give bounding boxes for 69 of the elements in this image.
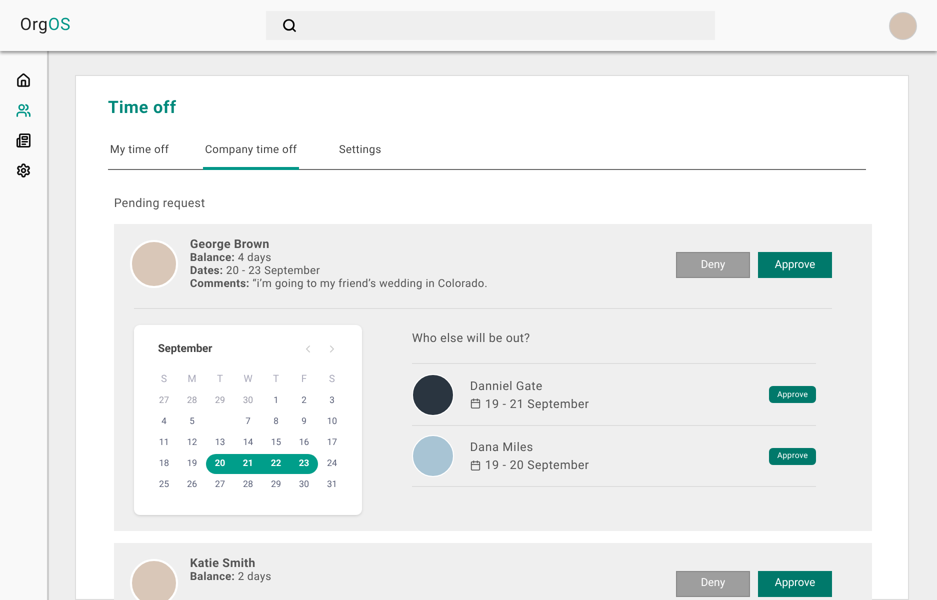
tab[interactable]: Settings — [337, 138, 384, 169]
weekday-label: W — [242, 372, 254, 386]
calendar-day[interactable]: 17 — [318, 432, 346, 452]
page-title: Time off — [108, 97, 178, 120]
people-icon[interactable] — [16, 103, 31, 118]
calendar-day[interactable]: 31 — [318, 474, 346, 494]
date-range: 19 - 20 September — [485, 457, 590, 474]
weekday-label: F — [300, 372, 308, 386]
calendar-day[interactable]: 27 — [206, 474, 234, 494]
app-logo[interactable]: OrgOS — [20, 12, 266, 38]
calendar-day[interactable]: 24 — [318, 454, 346, 474]
calendar-day[interactable]: 18 — [150, 454, 178, 474]
weekday-label: S — [328, 372, 336, 386]
request-detail: Comments: “i’m going to my friend’s wedding in Colorado. — [190, 277, 488, 290]
calendar-day[interactable]: 13 — [206, 432, 234, 452]
weekday-label: T — [216, 372, 224, 386]
others-title: Who else will be out? — [412, 330, 532, 347]
approve-button[interactable]: Approve — [758, 252, 832, 278]
search-field[interactable] — [266, 11, 715, 40]
calendar-day[interactable]: 11 — [150, 432, 178, 452]
weekday-label: T — [272, 372, 280, 386]
calendar-day[interactable]: 21 — [234, 454, 262, 474]
document-icon[interactable] — [16, 133, 31, 148]
calendar-day[interactable]: 1 — [262, 390, 290, 410]
calendar-day[interactable]: 30 — [290, 474, 318, 494]
calendar-day[interactable]: 3 — [318, 390, 346, 410]
calendar-day[interactable]: 25 — [150, 474, 178, 494]
tab[interactable]: Company time off — [202, 138, 300, 170]
avatar — [130, 558, 178, 600]
calendar-day[interactable]: 8 — [262, 412, 290, 432]
approve-button[interactable]: Approve — [769, 386, 816, 403]
calendar-day[interactable]: 9 — [290, 412, 318, 432]
home-icon[interactable] — [16, 73, 31, 88]
calendar-day[interactable]: 29 — [262, 474, 290, 494]
calendar-day[interactable]: 4 — [150, 412, 178, 432]
calendar-day[interactable]: 7 — [234, 412, 262, 432]
approve-button[interactable]: Approve — [758, 570, 832, 596]
employee-name: Dana Miles — [470, 439, 534, 456]
calendar-day[interactable]: 14 — [234, 432, 262, 452]
calendar-day[interactable]: 20 — [206, 454, 234, 474]
calendar-day[interactable]: 19 — [178, 454, 206, 474]
calendar-icon — [470, 460, 481, 470]
section-title: Pending request — [114, 195, 206, 212]
tab[interactable]: My time off — [108, 138, 171, 169]
calendar-day[interactable]: 2 — [290, 390, 318, 410]
settings-icon[interactable] — [16, 163, 31, 178]
weekday-label: S — [160, 372, 168, 386]
calendar-day[interactable]: 15 — [262, 432, 290, 452]
calendar-day[interactable]: 26 — [178, 474, 206, 494]
month-label: September — [158, 341, 212, 357]
calendar-day[interactable]: 16 — [290, 432, 318, 452]
calendar-day[interactable]: 10 — [318, 412, 346, 432]
calendar-day[interactable]: 23 — [290, 454, 318, 474]
employee-name: Danniel Gate — [470, 378, 544, 394]
search-icon — [282, 18, 297, 33]
request-detail: Balance: 4 days — [190, 251, 272, 264]
employee-name: Katie Smith — [190, 556, 257, 570]
calendar-icon — [470, 398, 481, 409]
request-detail: Dates: 20 - 23 September — [190, 264, 322, 277]
request-detail: Balance: 2 days — [190, 570, 272, 582]
calendar-day[interactable]: 5 — [178, 412, 206, 432]
avatar — [130, 240, 178, 288]
calendar-day[interactable]: 28 — [234, 474, 262, 494]
weekday-label: M — [186, 372, 198, 386]
calendar-day[interactable]: 22 — [262, 454, 290, 474]
date-range: 19 - 21 September — [485, 396, 590, 412]
calendar-day[interactable]: 12 — [178, 432, 206, 452]
employee-name: George Brown — [190, 238, 271, 251]
approve-button[interactable]: Approve — [769, 448, 816, 464]
